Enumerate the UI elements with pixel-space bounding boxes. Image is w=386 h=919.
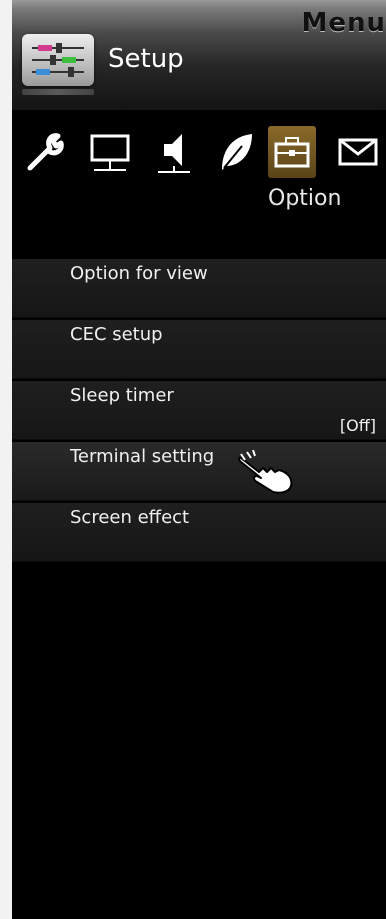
section-title: Setup xyxy=(108,44,184,74)
leaf-icon[interactable] xyxy=(212,126,260,178)
menu-item-label: Option for view xyxy=(70,263,208,284)
menu-item-label: Sleep timer xyxy=(70,385,174,406)
menu-item-label: Screen effect xyxy=(70,507,190,528)
menu-item-label: CEC setup xyxy=(70,324,163,345)
envelope-icon[interactable] xyxy=(334,126,382,178)
menu-item-terminal-setting[interactable]: Terminal setting xyxy=(12,442,386,501)
setup-menu-list: Option for view CEC setup Sleep timer [O… xyxy=(12,259,386,564)
menu-item-label: Terminal setting xyxy=(70,446,215,467)
menu-item-cec-setup[interactable]: CEC setup xyxy=(12,320,386,379)
menu-item-sleep-timer[interactable]: Sleep timer [Off] xyxy=(12,381,386,440)
wrench-icon[interactable] xyxy=(22,126,70,178)
category-icon-row: Option xyxy=(12,120,386,220)
header-divider xyxy=(22,89,94,95)
sliders-icon xyxy=(22,34,94,86)
speaker-icon[interactable] xyxy=(150,126,198,178)
menu-header: Menu Setup xyxy=(12,0,386,110)
pointer-hand-icon xyxy=(237,450,297,496)
sleep-timer-value: [Off] xyxy=(339,416,376,435)
monitor-icon[interactable] xyxy=(86,126,134,178)
active-category-label: Option xyxy=(268,186,342,211)
menu-title: Menu xyxy=(301,8,386,38)
menu-item-screen-effect[interactable]: Screen effect xyxy=(12,503,386,562)
menu-item-option-for-view[interactable]: Option for view xyxy=(12,259,386,318)
tv-menu-panel: Menu Setup Option Option for view CEC se… xyxy=(12,0,386,919)
toolbox-icon[interactable] xyxy=(268,126,316,178)
